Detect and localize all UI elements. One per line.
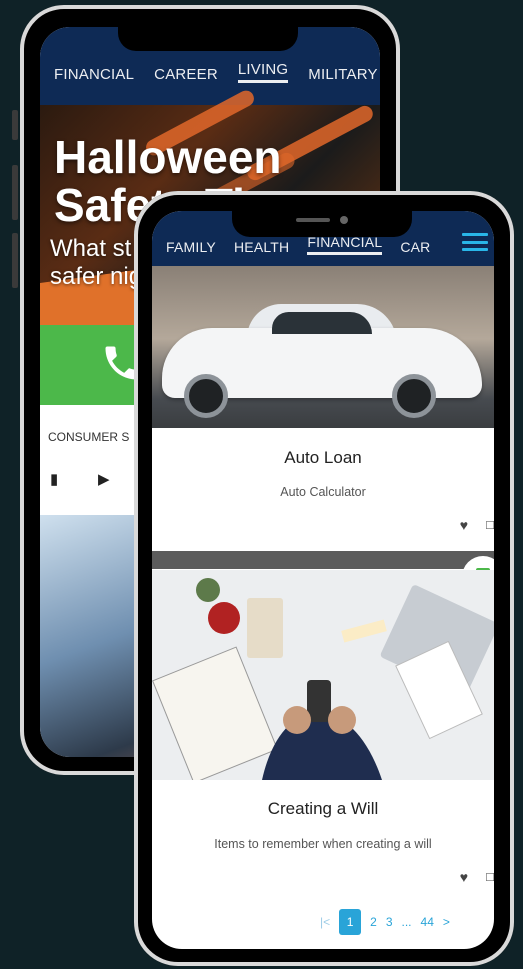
front-phone-mockup: FAMILY HEALTH FINANCIAL CAR Auto Loan Au… bbox=[134, 191, 514, 966]
heart-icon[interactable]: ♥ bbox=[460, 869, 468, 885]
play-icon[interactable]: ▶︎ bbox=[98, 470, 110, 488]
nav-tab-career[interactable]: CAREER bbox=[154, 66, 218, 83]
nav-tab-financial[interactable]: FINANCIAL bbox=[307, 234, 383, 255]
nav-tab-living[interactable]: LIVING bbox=[237, 61, 289, 83]
hero-subtitle-line2: safer nig bbox=[50, 263, 143, 290]
current-page-button[interactable]: 1 bbox=[339, 909, 362, 935]
notch bbox=[118, 23, 298, 51]
comment-icon[interactable]: □ bbox=[486, 869, 494, 884]
creating-will-image[interactable] bbox=[152, 570, 494, 784]
auto-loan-image[interactable] bbox=[152, 266, 494, 428]
page-button[interactable]: 2 bbox=[370, 915, 377, 929]
card-title[interactable]: Auto Loan bbox=[152, 448, 494, 468]
hero-subtitle-line1: What st bbox=[50, 235, 132, 262]
first-page-button[interactable]: |< bbox=[320, 915, 330, 929]
volume-up-button bbox=[12, 165, 18, 220]
heart-icon[interactable]: ♥ bbox=[460, 517, 468, 533]
card-divider bbox=[152, 551, 494, 569]
consumer-label: CONSUMER S bbox=[48, 430, 130, 444]
page-button[interactable]: 44 bbox=[421, 915, 434, 929]
next-page-button[interactable]: > bbox=[443, 915, 450, 929]
nav-tab-family[interactable]: FAMILY bbox=[166, 239, 216, 255]
front-phone-screen: FAMILY HEALTH FINANCIAL CAR Auto Loan Au… bbox=[152, 211, 494, 949]
document-icon[interactable]: ▮ bbox=[50, 470, 58, 488]
card-subtitle: Items to remember when creating a will bbox=[214, 837, 432, 851]
comment-icon[interactable]: □ bbox=[486, 517, 494, 532]
pagination: |< 1 2 3 ... 44 > bbox=[320, 909, 450, 935]
nav-tab-car[interactable]: CAR bbox=[400, 239, 430, 255]
card-subtitle: Auto Calculator bbox=[280, 485, 366, 499]
card-title[interactable]: Creating a Will bbox=[152, 799, 494, 819]
volume-down-button bbox=[12, 233, 18, 288]
hero-title-line1: Halloween bbox=[54, 131, 282, 183]
nav-tab-military[interactable]: MILITARY bbox=[308, 66, 377, 83]
hamburger-menu-icon[interactable] bbox=[462, 233, 488, 251]
desk-illustration bbox=[152, 578, 494, 784]
mute-switch bbox=[12, 110, 18, 140]
hero-subtitle: What st safer nig bbox=[50, 235, 142, 291]
notch bbox=[232, 207, 412, 237]
nav-tab-financial[interactable]: FINANCIAL bbox=[54, 66, 134, 83]
page-ellipsis: ... bbox=[401, 915, 412, 929]
page-button[interactable]: 3 bbox=[386, 915, 393, 929]
nav-tab-health[interactable]: HEALTH bbox=[234, 239, 289, 255]
